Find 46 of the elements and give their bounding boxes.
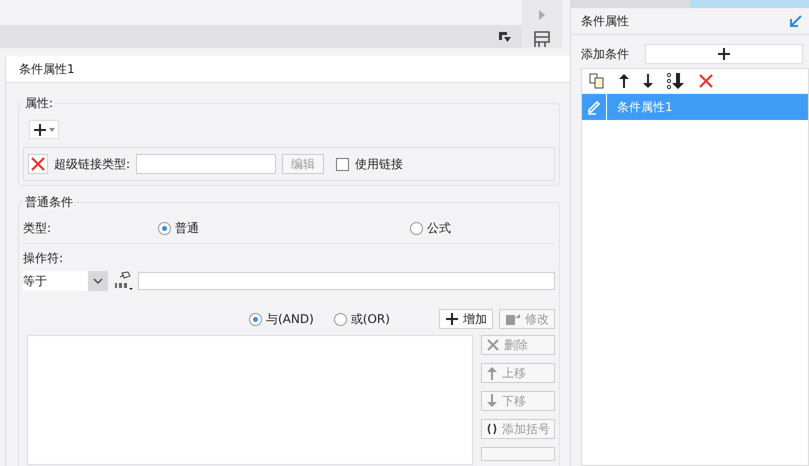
arrow-up-icon[interactable] <box>618 73 630 89</box>
section-legend: 普通条件 <box>23 194 75 211</box>
collapse-arrow-icon[interactable] <box>789 14 803 28</box>
type-label: 类型: <box>23 220 52 236</box>
remove-button[interactable] <box>28 154 48 174</box>
hyperlink-type-label: 超级链接类型: <box>54 156 130 172</box>
arrow-down-icon[interactable] <box>642 73 654 89</box>
panel-title: 条件属性 <box>581 12 629 30</box>
pencil-icon <box>586 99 602 115</box>
radio-label: 或(OR) <box>350 310 390 328</box>
radio-button[interactable] <box>249 312 262 326</box>
chevron-down-icon <box>93 278 103 284</box>
radio-label: 公式 <box>427 220 451 236</box>
condition-item[interactable]: 条件属性1 <box>582 94 808 120</box>
use-link-label: 使用链接 <box>355 156 404 172</box>
plus-icon <box>445 312 459 326</box>
radio-button[interactable] <box>410 222 423 234</box>
operator-dropdown[interactable]: 等于 <box>23 271 108 291</box>
cross-icon <box>31 157 45 171</box>
radio-label: 与(AND) <box>266 310 314 328</box>
plus-icon <box>717 47 731 61</box>
add-attribute-button[interactable] <box>29 120 59 139</box>
radio-button[interactable] <box>334 312 347 326</box>
brackets-icon <box>486 423 498 435</box>
edit-icon <box>505 312 521 326</box>
section-legend: 属性: <box>23 95 56 112</box>
value-field[interactable] <box>138 272 555 290</box>
hyperlink-type-field[interactable] <box>136 154 276 174</box>
use-link-checkbox[interactable] <box>336 158 350 170</box>
copy-icon[interactable] <box>588 72 606 90</box>
text-format-icon[interactable] <box>112 271 134 291</box>
operator-label: 操作符: <box>23 243 555 267</box>
dialog-title: 条件属性1 <box>6 56 570 83</box>
add-button[interactable]: 增加 <box>439 309 493 329</box>
add-condition-label: 添加条件 <box>581 46 629 62</box>
radio-label: 普通 <box>175 220 199 236</box>
cross-icon <box>486 338 500 352</box>
plus-icon <box>33 122 47 136</box>
arrow-down-icon <box>486 394 498 408</box>
arrow-up-icon <box>486 366 498 380</box>
grid-layout-icon[interactable] <box>533 30 551 48</box>
radio-button[interactable] <box>158 222 171 234</box>
caret-icon <box>49 128 55 132</box>
delete-icon[interactable] <box>698 73 714 89</box>
dropdown-corner-icon[interactable] <box>498 30 512 42</box>
move-to-bottom-icon[interactable] <box>666 72 686 90</box>
